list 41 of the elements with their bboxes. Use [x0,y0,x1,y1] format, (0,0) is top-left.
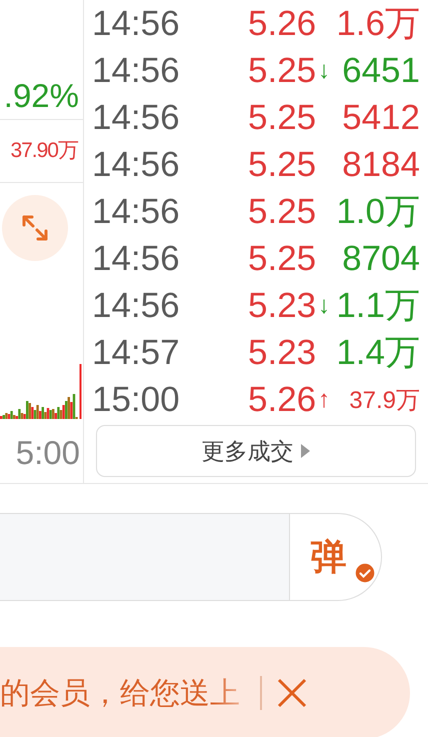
trade-arrow: ↓ [318,56,330,84]
trade-arrow: ↓ [318,292,330,320]
trade-time: 14:56 [92,4,181,44]
trade-price: 5.25 [248,98,316,138]
trade-volume: 8704 [342,238,420,278]
trade-volume: 1.4万 [336,332,420,374]
trade-price: 5.23 [248,286,316,326]
trade-time: 14:56 [92,192,181,232]
trade-volume: 1.1万 [336,285,420,327]
caret-icon [300,443,310,459]
trade-price: 5.26 [248,4,316,44]
trade-volume: 5412 [342,98,420,138]
trade-price: 5.25 [248,192,316,232]
trade-time: 14:56 [92,286,181,326]
promo-text: 的会员，给您送上 [0,676,241,712]
trade-volume: 37.9万 [349,386,420,416]
trade-price: 5.26 [248,380,316,420]
trade-time: 15:00 [92,380,181,420]
trade-price: 5.23 [248,332,316,372]
trade-time: 14:56 [92,238,181,278]
more-trades-button[interactable]: 更多成交 [96,425,416,477]
trade-amount: 37.90万 [10,138,80,164]
change-percent: .92% [4,76,80,116]
trade-price: 5.25 [248,50,316,90]
trade-price: 5.25 [248,238,316,278]
trade-volume: 6451 [342,50,420,90]
trade-time: 14:57 [92,332,181,372]
trade-volume: 8184 [342,144,420,184]
trade-time: 14:56 [92,144,181,184]
trade-arrow: ↑ [318,386,330,414]
trade-time: 14:56 [92,98,181,138]
close-button[interactable] [276,677,308,709]
danmaku-toggle-button[interactable]: 弹 [289,513,382,601]
trade-volume: 1.0万 [336,191,420,233]
comment-input-field[interactable] [0,513,289,601]
close-icon [276,677,308,709]
time-axis-label: 5:00 [16,434,81,472]
trade-volume: 1.6万 [336,3,420,45]
trade-price: 5.25 [248,144,316,184]
trade-time: 14:56 [92,50,181,90]
expand-icon [20,213,50,243]
